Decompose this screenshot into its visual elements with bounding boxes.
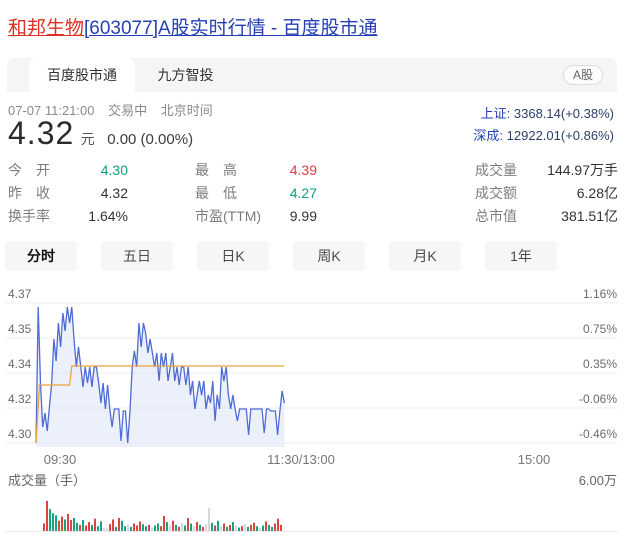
stock-name-highlight: 和邦生物 [8, 18, 84, 39]
chart-tab-rik[interactable]: 日K [197, 241, 269, 271]
index-shenzhen[interactable]: 深成: 12922.01(+0.86%) [473, 125, 614, 147]
y-axis-percent-label: -0.46% [579, 427, 617, 441]
quote-price-row: 4.32 元 0.00 (0.00%) [8, 115, 193, 152]
stat-turnover-value: 1.64% [88, 205, 128, 228]
chart-tab-zhouk[interactable]: 周K [293, 241, 365, 271]
stat-pe-ttm: 市盈(TTM) 9.99 [195, 205, 317, 228]
x-axis-time-label: 09:30 [10, 452, 110, 467]
stat-amount-value: 6.28亿 [577, 182, 618, 205]
stat-turnover-label: 换手率 [8, 205, 50, 228]
stat-high-value: 4.39 [290, 159, 317, 182]
stat-low: 最 低 4.27 [195, 182, 317, 205]
stat-amount-label: 成交额 [475, 182, 517, 205]
index-shanghai[interactable]: 上证: 3368.14(+0.38%) [473, 103, 614, 125]
stats-column-2: 成交量 144.97万手成交额 6.28亿总市值 381.51亿 [475, 159, 618, 228]
stat-market-cap-value: 381.51亿 [561, 205, 618, 228]
chart-tab-fenshi[interactable]: 分时 [5, 241, 77, 271]
y-axis-price-label: 4.35 [8, 322, 31, 336]
stat-high: 最 高 4.39 [195, 159, 317, 182]
price-unit: 元 [81, 131, 95, 147]
baidu-stock-page: 和邦生物[603077]A股实时行情 - 百度股市通 百度股市通 九方智投 A股… [0, 0, 640, 543]
tab-jiufang-zhitou[interactable]: 九方智投 [139, 58, 231, 92]
stat-open-value: 4.30 [101, 159, 128, 182]
chart-tab-wuri[interactable]: 五日 [101, 241, 173, 271]
chart-tab-yinian[interactable]: 1年 [485, 241, 557, 271]
stat-volume: 成交量 144.97万手 [475, 159, 618, 182]
stock-title-rest: [603077]A股实时行情 - 百度股市通 [84, 18, 378, 39]
stat-market-cap-label: 总市值 [475, 205, 517, 228]
y-axis-percent-label: 1.16% [583, 287, 617, 301]
volume-max-label: 6.00万 [579, 470, 617, 489]
x-axis-time-label: 11:30/13:00 [251, 452, 351, 467]
index-shanghai-label: 上证: [481, 106, 514, 121]
x-axis-time-label: 15:00 [484, 452, 584, 467]
stat-volume-value: 144.97万手 [547, 159, 618, 182]
stat-prev-close: 昨 收 4.32 [8, 182, 128, 205]
stat-open: 今 开 4.30 [8, 159, 128, 182]
stat-low-value: 4.27 [290, 182, 317, 205]
stat-volume-label: 成交量 [475, 159, 517, 182]
stat-turnover: 换手率 1.64% [8, 205, 128, 228]
index-shanghai-value: 3368.14(+0.38%) [514, 106, 614, 121]
current-price: 4.32 [8, 115, 74, 151]
stat-low-label: 最 低 [195, 182, 237, 205]
volume-title: 成交量（手） [8, 470, 86, 489]
stat-pe-ttm-value: 9.99 [290, 205, 317, 228]
provider-tabbar: 百度股市通 九方智投 A股 [7, 58, 617, 92]
stock-title-link[interactable]: 和邦生物[603077]A股实时行情 - 百度股市通 [8, 16, 378, 42]
index-quotes: 上证: 3368.14(+0.38%) 深成: 12922.01(+0.86%) [473, 103, 614, 147]
market-badge-a-share[interactable]: A股 [563, 65, 603, 85]
intraday-chart[interactable] [0, 283, 640, 543]
stats-column-0: 今 开 4.30 昨 收 4.32 换手率 1.64% [8, 159, 128, 228]
stat-high-label: 最 高 [195, 159, 237, 182]
stat-amount: 成交额 6.28亿 [475, 182, 618, 205]
stat-pe-ttm-label: 市盈(TTM) [195, 205, 261, 228]
stat-open-label: 今 开 [8, 159, 50, 182]
index-shenzhen-value: 12922.01(+0.86%) [507, 128, 614, 143]
tab-baidu-gushitong[interactable]: 百度股市通 [29, 58, 135, 92]
y-axis-percent-label: 0.35% [583, 357, 617, 371]
y-axis-percent-label: -0.06% [579, 392, 617, 406]
stat-prev-close-value: 4.32 [101, 182, 128, 205]
stat-market-cap: 总市值 381.51亿 [475, 205, 618, 228]
y-axis-price-label: 4.37 [8, 287, 31, 301]
y-axis-price-label: 4.32 [8, 392, 31, 406]
y-axis-percent-label: 0.75% [583, 322, 617, 336]
price-change: 0.00 (0.00%) [107, 131, 193, 148]
y-axis-price-label: 4.34 [8, 357, 31, 371]
stat-prev-close-label: 昨 收 [8, 182, 50, 205]
chart-tab-yuek[interactable]: 月K [389, 241, 461, 271]
index-shenzhen-label: 深成: [473, 128, 506, 143]
stats-column-1: 最 高 4.39 最 低 4.27 市盈(TTM) 9.99 [195, 159, 317, 228]
y-axis-price-label: 4.30 [8, 427, 31, 441]
